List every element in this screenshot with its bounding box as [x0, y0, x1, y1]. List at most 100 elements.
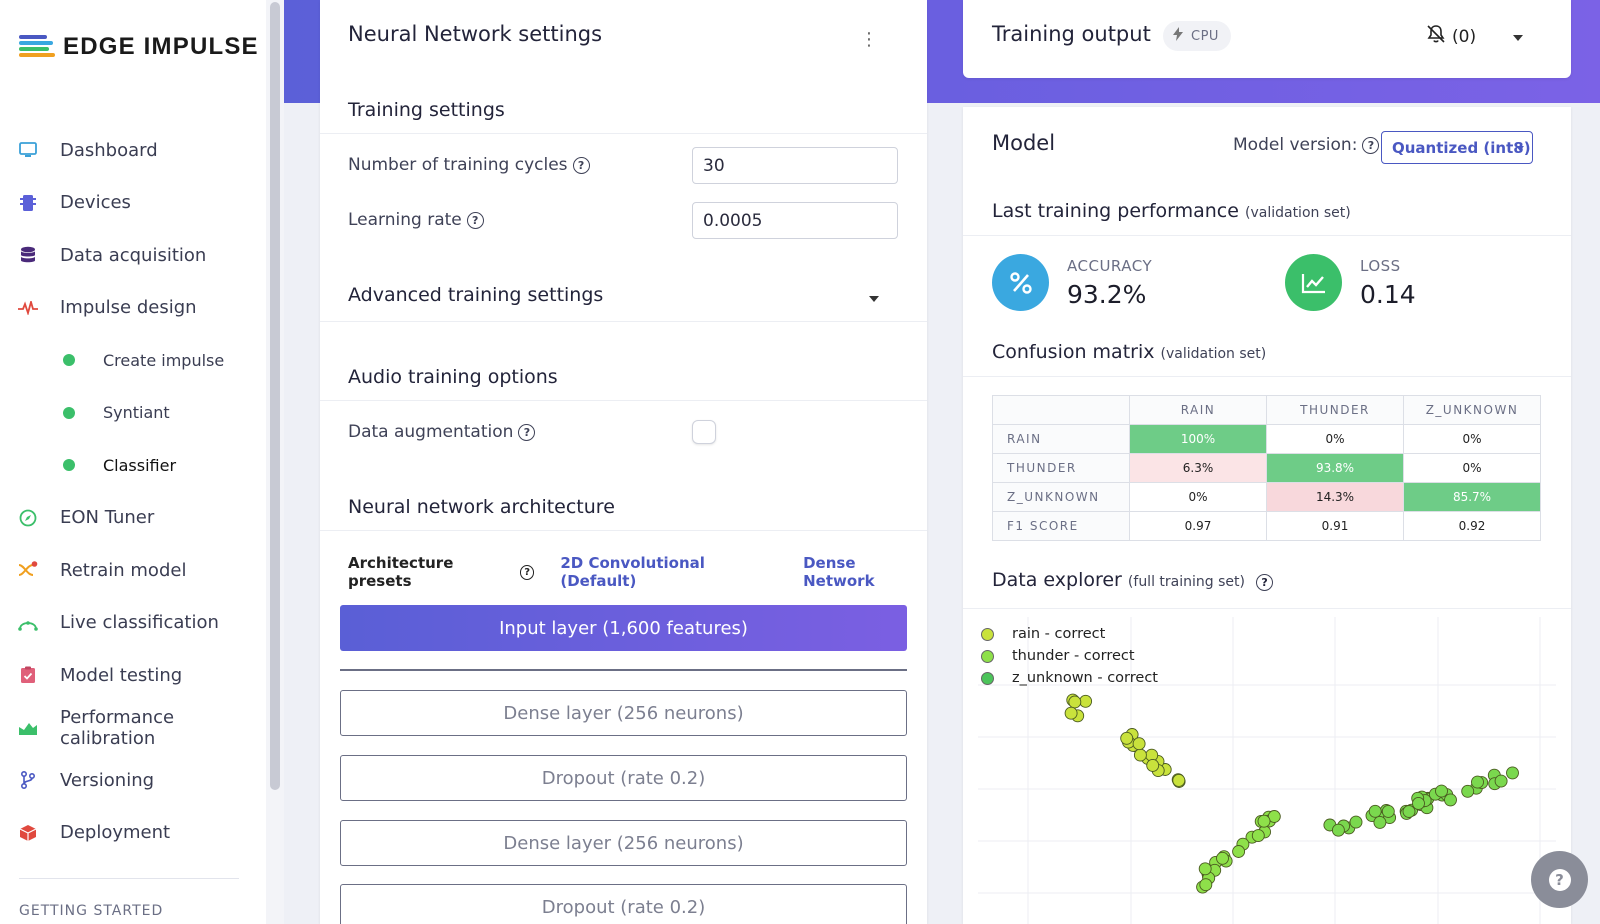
bell-off-icon [1426, 24, 1446, 49]
last-training-performance-heading: Last training performance (validation se… [992, 200, 1351, 222]
legend-item[interactable]: rain - correct [981, 623, 1158, 645]
perf-heading-sub: (validation set) [1245, 205, 1351, 221]
scatter-point[interactable] [1133, 748, 1147, 762]
scatter-point[interactable] [1132, 737, 1146, 751]
table-cell: 0% [1266, 424, 1404, 454]
architecture-presets-label: Architecture presets ? [348, 554, 535, 590]
table-row: RAIN 100% 0% 0% [992, 424, 1541, 454]
legend-item[interactable]: thunder - correct [981, 645, 1158, 667]
dropout-layer-2[interactable]: Dropout (rate 0.2) [340, 884, 907, 924]
scatter-point[interactable] [1216, 851, 1229, 865]
scatter-point[interactable] [1064, 706, 1078, 720]
learning-rate-input[interactable] [692, 202, 898, 239]
area-chart-icon [18, 718, 38, 738]
sidebar-subitem-syntiant[interactable]: Syntiant [0, 387, 266, 440]
sidebar-item-devices[interactable]: Devices [0, 177, 266, 230]
scatter-point[interactable] [1079, 694, 1093, 708]
sidebar-nav: Dashboard Devices Data acquisition Impul… [0, 124, 266, 859]
nn-architecture-heading: Neural network architecture [348, 496, 615, 518]
dense-layer-1[interactable]: Dense layer (256 neurons) [340, 690, 907, 736]
chevron-down-icon[interactable] [1513, 35, 1523, 41]
scatter-point[interactable] [1146, 758, 1160, 772]
training-cycles-input[interactable] [692, 147, 898, 184]
notifications-count: (0) [1452, 26, 1477, 47]
scatter-point[interactable] [1068, 695, 1082, 709]
scatter-point[interactable] [1349, 815, 1363, 829]
scatter-point[interactable] [1331, 823, 1345, 837]
scatter-point[interactable] [1232, 845, 1246, 858]
data-augmentation-checkbox[interactable] [692, 420, 716, 444]
sidebar-item-live-classification[interactable]: Live classification [0, 597, 266, 650]
table-cell: 6.3% [1129, 453, 1267, 483]
kebab-menu-icon[interactable]: ⋮ [860, 30, 878, 50]
model-version-value: Quantized (int8) [1392, 138, 1531, 157]
scatter-point[interactable] [1444, 793, 1457, 807]
dense-layer-2[interactable]: Dense layer (256 neurons) [340, 820, 907, 866]
sidebar-item-performance-calibration[interactable]: Performance calibration [0, 702, 266, 755]
scatter-point[interactable] [1120, 731, 1134, 745]
scatter-point[interactable] [1199, 878, 1213, 892]
divider [963, 608, 1571, 609]
scatter-point[interactable] [1461, 784, 1475, 798]
sidebar-subitem-classifier[interactable]: Classifier [0, 439, 266, 492]
sidebar-subitem-create-impulse[interactable]: Create impulse [0, 334, 266, 387]
help-icon[interactable]: ? [518, 423, 536, 441]
table-cell: 100% [1129, 424, 1267, 454]
help-icon[interactable]: ? [466, 211, 484, 229]
sidebar-item-impulse-design[interactable]: Impulse design [0, 282, 266, 335]
scatter-point[interactable] [1172, 773, 1186, 787]
accuracy-value: 93.2% [1067, 280, 1147, 309]
table-cell: 0.97 [1129, 511, 1267, 541]
sidebar-item-retrain-model[interactable]: Retrain model [0, 544, 266, 597]
scatter-point[interactable] [1381, 804, 1395, 818]
help-button[interactable]: ? [1531, 851, 1588, 908]
model-version-select[interactable]: Quantized (int8) [1381, 131, 1533, 164]
scatter-point[interactable] [1471, 775, 1484, 789]
help-icon[interactable]: ? [1362, 136, 1380, 154]
sidebar-item-deployment[interactable]: Deployment [0, 807, 266, 860]
legend-item[interactable]: z_unknown - correct [981, 667, 1158, 689]
help-icon[interactable]: ? [519, 564, 535, 580]
sidebar-item-data-acquisition[interactable]: Data acquisition [0, 229, 266, 282]
dropout-layer-1[interactable]: Dropout (rate 0.2) [340, 755, 907, 801]
sidebar-item-label: Deployment [60, 822, 171, 844]
clipboard-check-icon [18, 665, 38, 685]
help-icon[interactable]: ? [1256, 574, 1274, 591]
scatter-point[interactable] [1435, 784, 1448, 798]
perf-heading-text: Last training performance [992, 200, 1239, 222]
notifications-toggle[interactable]: (0) [1426, 24, 1476, 49]
edge-impulse-logo[interactable]: EDGE IMPULSE [19, 33, 259, 60]
scatter-point[interactable] [1251, 829, 1265, 843]
scatter-point[interactable] [1506, 766, 1519, 780]
scatter-point[interactable] [1494, 774, 1508, 788]
advanced-training-toggle[interactable]: Advanced training settings [348, 284, 603, 306]
scatter-point[interactable] [1373, 815, 1387, 829]
sidebar-item-eon-tuner[interactable]: EON Tuner [0, 492, 266, 545]
preset-dense-network-link[interactable]: Dense Network [803, 554, 927, 590]
sidebar-item-dashboard[interactable]: Dashboard [0, 124, 266, 177]
scatter-point[interactable] [1402, 805, 1416, 818]
sidebar-item-model-testing[interactable]: Model testing [0, 649, 266, 702]
data-augmentation-label: Data augmentation ? [348, 422, 536, 442]
sidebar-scrollbar-thumb[interactable] [270, 2, 280, 790]
sidebar-item-label: EON Tuner [60, 507, 155, 529]
status-dot-icon [63, 459, 75, 472]
table-row: F1 SCORE 0.97 0.91 0.92 [992, 511, 1541, 541]
table-row-header: F1 SCORE [992, 511, 1130, 541]
layer-separator [340, 669, 907, 671]
chevron-down-icon[interactable] [869, 296, 879, 302]
sidebar-item-versioning[interactable]: Versioning [0, 754, 266, 807]
divider [320, 321, 927, 322]
scatter-point[interactable] [1368, 804, 1382, 818]
scatter-point[interactable] [1412, 796, 1425, 810]
help-icon[interactable]: ? [572, 156, 590, 174]
preset-2d-conv-link[interactable]: 2D Convolutional (Default) [560, 554, 777, 590]
sidebar-item-label: Retrain model [60, 559, 187, 581]
table-cell: 0.92 [1403, 511, 1541, 541]
scatter-point[interactable] [1198, 862, 1212, 876]
device-badge: CPU [1163, 21, 1231, 51]
scatter-point[interactable] [1257, 814, 1271, 828]
divider [320, 400, 927, 401]
confusion-matrix-table: RAIN THUNDER Z_UNKNOWN RAIN 100% 0% 0% T… [992, 395, 1541, 541]
input-layer[interactable]: Input layer (1,600 features) [340, 605, 907, 651]
